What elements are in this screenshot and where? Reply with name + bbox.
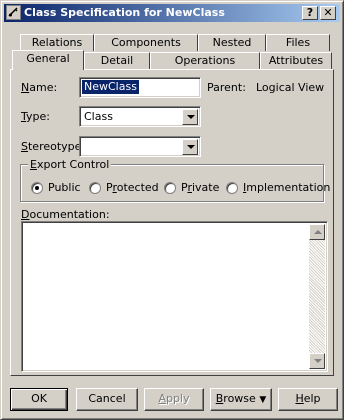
- tab-files[interactable]: Files: [266, 34, 330, 51]
- name-value: NewClass: [82, 80, 139, 94]
- stereotype-dropdown-button[interactable]: [182, 139, 198, 155]
- type-label: Type:: [21, 110, 50, 123]
- chevron-down-icon: ▼: [259, 395, 267, 405]
- close-button[interactable]: ✕: [320, 6, 336, 20]
- radio-public-label[interactable]: Public: [48, 181, 81, 194]
- type-combobox[interactable]: Class: [79, 106, 201, 127]
- stereotype-label: Stereotype:: [21, 140, 86, 153]
- scroll-up-button[interactable]: [309, 224, 325, 240]
- parent-value: Logical View: [256, 81, 325, 94]
- radio-private[interactable]: [164, 182, 176, 194]
- export-control-label: Export Control: [28, 158, 112, 171]
- radio-protected-label[interactable]: Protected: [106, 181, 159, 194]
- type-value: Class: [84, 110, 113, 123]
- documentation-scrollbar[interactable]: [309, 224, 325, 369]
- tab-detail[interactable]: Detail: [84, 52, 150, 69]
- browse-button[interactable]: Browse ▼: [210, 388, 272, 411]
- documentation-label: Documentation:: [21, 208, 110, 221]
- tab-nested[interactable]: Nested: [198, 34, 266, 51]
- radio-implementation[interactable]: [226, 182, 238, 194]
- name-label: Name:: [21, 81, 58, 94]
- help-button[interactable]: Help: [278, 388, 338, 411]
- documentation-textarea[interactable]: [21, 221, 328, 372]
- radio-selected-dot: [35, 186, 39, 190]
- chevron-down-icon: [187, 145, 195, 149]
- apply-button[interactable]: Apply: [144, 388, 204, 411]
- radio-private-label[interactable]: Private: [181, 181, 219, 194]
- tab-operations[interactable]: Operations: [150, 52, 260, 69]
- ok-button[interactable]: OK: [10, 388, 68, 411]
- tab-attributes[interactable]: Attributes: [260, 52, 332, 69]
- help-title-button[interactable]: ?: [302, 6, 318, 20]
- radio-public[interactable]: [31, 182, 43, 194]
- parent-label: Parent:: [207, 81, 246, 94]
- type-dropdown-button[interactable]: [182, 109, 198, 125]
- dialog-window: Class Specification for NewClass ? ✕ Rel…: [0, 0, 344, 420]
- radio-implementation-label[interactable]: Implementation: [243, 181, 330, 194]
- stereotype-combobox[interactable]: [79, 136, 201, 157]
- chevron-down-icon: [187, 115, 195, 119]
- app-icon: [6, 5, 21, 20]
- arrow-up-icon: [314, 230, 322, 234]
- window-title: Class Specification for NewClass: [24, 6, 225, 19]
- tab-relations[interactable]: Relations: [20, 34, 94, 51]
- arrow-down-icon: [314, 359, 322, 363]
- tab-components[interactable]: Components: [94, 34, 198, 51]
- radio-protected[interactable]: [89, 182, 101, 194]
- title-bar[interactable]: Class Specification for NewClass ? ✕: [4, 4, 340, 22]
- scroll-down-button[interactable]: [309, 353, 325, 369]
- tab-general[interactable]: General: [12, 50, 84, 70]
- cancel-button[interactable]: Cancel: [76, 388, 138, 411]
- name-field[interactable]: NewClass: [79, 77, 201, 98]
